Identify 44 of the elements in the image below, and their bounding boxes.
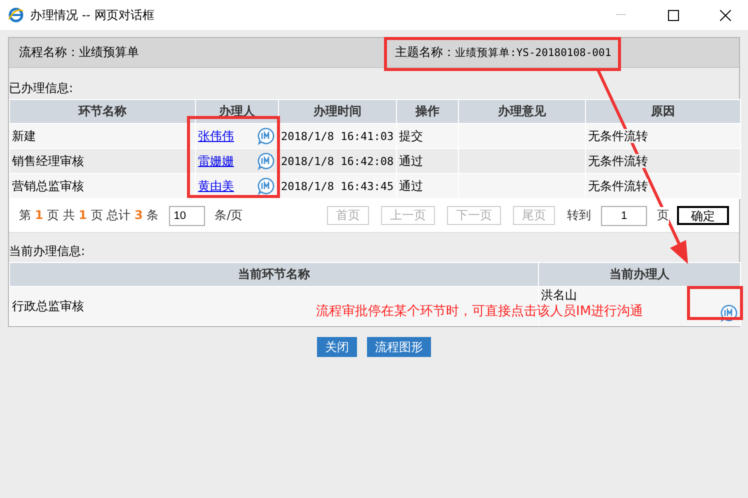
table-cell: 无条件流转: [588, 154, 648, 168]
action-button[interactable]: 流程图形: [367, 337, 431, 357]
column-header: 操作: [396, 100, 458, 124]
table-cell: 销售经理审核: [12, 154, 84, 168]
table-cell: 无条件流转: [588, 128, 648, 142]
column-header: 办理意见: [458, 100, 586, 124]
column-header: 原因: [586, 100, 740, 124]
table-cell: 通过: [399, 154, 423, 168]
annotation-text: 流程审批停在某个环节时，可直接点击该人员IM进行沟通: [316, 303, 644, 321]
chat-bubble-icon[interactable]: [257, 152, 275, 170]
table-cell: 2018/1/8 16:43:45: [281, 180, 394, 193]
subject-name: 主题名称：业绩预算单:YS-20180108-001: [395, 44, 612, 61]
page-size-field[interactable]: 10: [168, 206, 205, 226]
close-icon[interactable]: [720, 10, 730, 20]
page-label: 页: [657, 207, 669, 224]
column-header: 当前办理人: [538, 262, 740, 286]
action-button[interactable]: 关闭: [317, 337, 357, 357]
confirm-button[interactable]: 确定: [677, 206, 729, 225]
goto-page-field[interactable]: 1: [601, 206, 647, 226]
column-header: 当前环节名称: [10, 262, 538, 286]
table-cell: 2018/1/8 16:41:03: [281, 130, 394, 143]
chat-bubble-icon[interactable]: [720, 304, 738, 322]
column-header: 环节名称: [10, 100, 196, 124]
highlight-frame: [687, 286, 743, 320]
maximize-icon[interactable]: [668, 10, 678, 20]
table-cell: 提交: [399, 128, 423, 142]
section-title: 已办理信息:: [9, 80, 74, 97]
page-info: 第 1 页 共 1 页 总计 3 条: [19, 207, 159, 224]
table-cell: 行政总监审核: [12, 298, 84, 312]
table-cell: 营销总监审核: [12, 178, 84, 192]
table-cell: 新建: [12, 128, 36, 142]
table-cell: 洪名山: [541, 287, 577, 304]
table-cell: 无条件流转: [588, 178, 648, 192]
flow-name: 流程名称：业绩预算单: [19, 44, 140, 61]
table-cell: 通过: [399, 178, 423, 192]
goto-label: 转到: [567, 207, 591, 224]
section-title: 当前办理信息:: [9, 243, 86, 260]
column-header: 办理时间: [278, 100, 396, 124]
table-cell: 2018/1/8 16:42:08: [281, 155, 394, 168]
window-title: 办理情况 -- 网页对话框: [30, 6, 156, 24]
browser-logo-icon: [8, 7, 24, 23]
chat-bubble-icon[interactable]: [257, 127, 275, 145]
chat-bubble-icon[interactable]: [257, 177, 275, 195]
page-size-label: 条/页: [214, 207, 243, 224]
